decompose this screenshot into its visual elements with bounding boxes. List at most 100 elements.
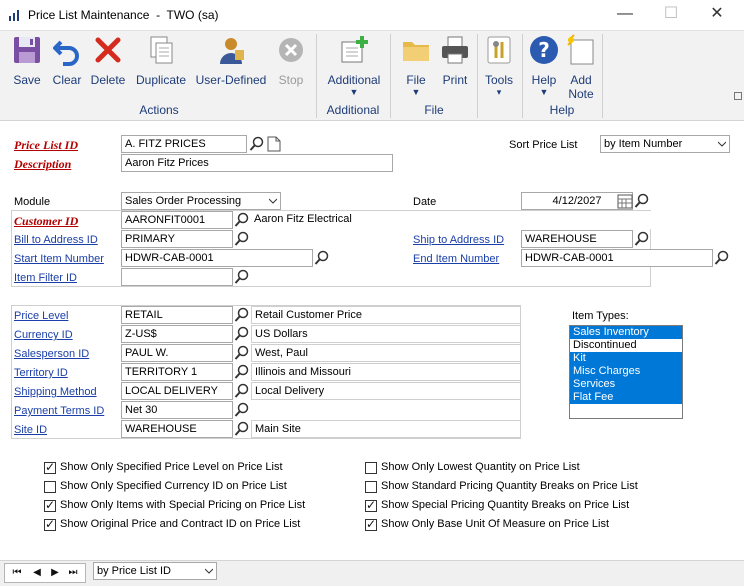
lookup-icon[interactable] [314,250,330,266]
sort-price-list-select[interactable]: by Item Number [600,135,730,153]
shipping-method-field[interactable]: LOCAL DELIVERY [121,382,233,400]
checkbox[interactable] [365,498,377,512]
chevron-down-icon: ▾ [496,87,502,97]
group-actions: Actions [139,103,179,117]
folder-icon [403,42,429,61]
clear-button[interactable]: Clear [50,34,84,87]
description-field[interactable]: Aaron Fitz Prices [121,154,393,172]
price-level-link[interactable]: Price Level [14,310,68,322]
delete-button[interactable]: Delete [89,34,127,87]
save-button[interactable]: Save [8,34,46,87]
print-button[interactable]: Print [438,34,472,87]
browse-sort-select[interactable]: by Price List ID [93,562,217,580]
lookup-icon[interactable] [234,364,250,380]
user-defined-button[interactable]: User-Defined [194,34,268,87]
next-record-button[interactable]: ▶ [48,566,62,580]
clear-label: Clear [52,73,82,87]
price-level-description: Retail Customer Price [251,306,521,324]
save-label: Save [13,73,41,87]
lookup-icon[interactable] [249,136,265,152]
lookup-icon[interactable] [234,307,250,323]
lookup-icon[interactable] [714,250,730,266]
list-item[interactable]: Kit [570,352,682,365]
payment-terms-id-link[interactable]: Payment Terms ID [14,405,104,417]
bill-to-address-field[interactable]: PRIMARY [121,230,233,248]
salesperson-id-field[interactable]: PAUL W. [121,344,233,362]
lookup-icon[interactable] [234,269,250,285]
lookup-icon[interactable] [234,326,250,342]
option-label: Show Special Pricing Quantity Breaks on … [381,499,630,511]
checkbox[interactable] [44,460,56,474]
item-types-list[interactable]: Sales Inventory Discontinued Kit Misc Ch… [569,325,683,419]
lookup-icon[interactable] [634,231,650,247]
lookup-icon[interactable] [234,383,250,399]
lookup-icon[interactable] [234,345,250,361]
svg-text:?: ? [538,38,550,62]
start-item-number-field[interactable]: HDWR-CAB-0001 [121,249,313,267]
sort-price-list-value: by Item Number [604,138,683,150]
bill-to-address-link[interactable]: Bill to Address ID [14,234,98,246]
payment-terms-id-field[interactable]: Net 30 [121,401,233,419]
price-list-id-field[interactable]: A. FITZ PRICES [121,135,247,153]
checkbox[interactable] [365,481,377,493]
ship-to-address-field[interactable]: WAREHOUSE [521,230,633,248]
ship-to-address-link[interactable]: Ship to Address ID [413,234,504,246]
help-button[interactable]: ? Help ▼ [526,34,562,97]
start-item-number-link[interactable]: Start Item Number [14,253,104,265]
price-level-field[interactable]: RETAIL [121,306,233,324]
lookup-icon[interactable] [634,193,650,209]
duplicate-button[interactable]: Duplicate [133,34,189,87]
previous-record-button[interactable]: ◀ [30,566,44,580]
item-filter-id-field[interactable] [121,268,233,286]
shipping-method-description: Local Delivery [251,382,521,400]
calendar-icon[interactable] [617,193,633,209]
shipping-method-link[interactable]: Shipping Method [14,386,97,398]
tools-button[interactable]: Tools ▾ [482,34,516,98]
salesperson-id-link[interactable]: Salesperson ID [14,348,89,360]
end-item-number-field[interactable]: HDWR-CAB-0001 [521,249,713,267]
option-label: Show Only Specified Currency ID on Price… [60,480,287,492]
tools-icon [487,36,511,64]
list-item[interactable]: Flat Fee [570,391,682,404]
lookup-icon[interactable] [234,231,250,247]
note-icon[interactable] [266,136,282,152]
note-icon [567,34,594,65]
minimize-button[interactable]: — [602,0,648,30]
checkbox[interactable] [365,462,377,474]
site-id-link[interactable]: Site ID [14,424,47,436]
list-item[interactable]: Misc Charges [570,365,682,378]
price-list-id-label: Price List ID [14,138,78,152]
list-item[interactable]: Services [570,378,682,391]
module-select[interactable]: Sales Order Processing [121,192,281,210]
additional-button[interactable]: Additional ▼ [322,34,386,97]
checkbox[interactable] [44,517,56,531]
checkbox[interactable] [365,517,377,531]
territory-description: Illinois and Missouri [251,363,521,381]
maximize-button[interactable]: ☐ [648,0,694,30]
sort-price-list-label: Sort Price List [509,139,578,151]
lookup-icon[interactable] [234,212,250,228]
stop-button[interactable]: Stop [274,34,308,87]
lookup-icon[interactable] [234,421,250,437]
close-button[interactable]: ✕ [694,0,740,30]
first-record-button[interactable]: ⏮ [10,566,24,580]
file-button[interactable]: File ▼ [398,34,434,97]
site-id-field[interactable]: WAREHOUSE [121,420,233,438]
currency-id-link[interactable]: Currency ID [14,329,73,341]
checkbox[interactable] [44,498,56,512]
add-note-button[interactable]: Add Note [564,34,598,101]
checkbox[interactable] [44,481,56,493]
last-record-button[interactable]: ⏭ [66,566,80,580]
territory-id-link[interactable]: Territory ID [14,367,68,379]
list-item[interactable]: Discontinued [570,339,682,352]
currency-id-field[interactable]: Z-US$ [121,325,233,343]
territory-id-field[interactable]: TERRITORY 1 [121,363,233,381]
lookup-icon[interactable] [234,402,250,418]
list-item[interactable]: Sales Inventory [570,326,682,339]
printer-icon [442,36,468,64]
option-label: Show Only Specified Price Level on Price… [60,461,283,473]
item-filter-id-link[interactable]: Item Filter ID [14,272,77,284]
end-item-number-link[interactable]: End Item Number [413,253,499,265]
ribbon-collapse-icon[interactable] [734,92,742,100]
customer-id-field[interactable]: AARONFIT0001 [121,211,233,229]
